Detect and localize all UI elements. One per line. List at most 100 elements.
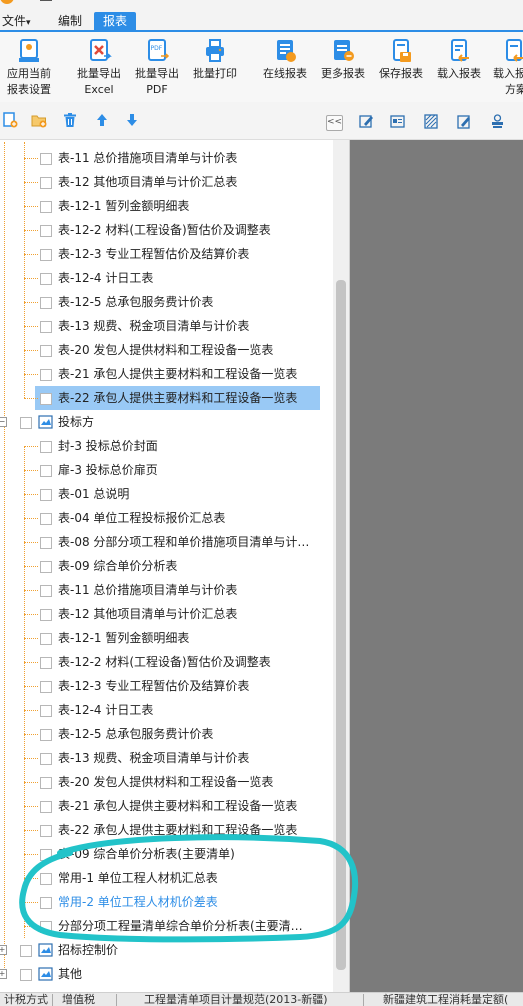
tree-item[interactable]: 表-08 分部分项工程和单价措施项目清单与计… [0,530,333,554]
tree-item[interactable]: 常用-2 单位工程人材机价差表 [0,890,333,914]
tree-item[interactable]: 表-12-5 总承包服务费计价表 [0,722,333,746]
new-report-icon[interactable] [2,112,18,128]
tree-item[interactable]: 表-01 总说明 [0,482,333,506]
item-checkbox[interactable] [40,585,52,597]
tree-item[interactable]: 表-13 规费、税金项目清单与计价表 [0,746,333,770]
item-checkbox[interactable] [40,681,52,693]
item-checkbox[interactable] [40,249,52,261]
folder-bid-control-price[interactable]: + 招标控制价 [0,938,333,962]
item-checkbox[interactable] [40,609,52,621]
batch-export-pdf-button[interactable]: PDF 批量导出 PDF [132,36,182,98]
tree-item[interactable]: 表-21 承包人提供主要材料和工程设备一览表 [0,362,333,386]
item-checkbox[interactable] [40,177,52,189]
tab-quota-standard[interactable]: 新疆建筑工程消耗量定额( [383,993,508,1006]
move-down-icon[interactable] [124,112,140,128]
item-checkbox[interactable] [40,729,52,741]
tree-item[interactable]: 表-11 总价措施项目清单与计价表 [0,146,333,170]
item-checkbox[interactable] [40,393,52,405]
item-checkbox[interactable] [40,897,52,909]
item-checkbox[interactable] [40,633,52,645]
tree-item[interactable]: 表-09 综合单价分析表(主要清单) [0,842,333,866]
item-checkbox[interactable] [40,465,52,477]
tree-item[interactable]: 表-22 承包人提供主要材料和工程设备一览表 [0,818,333,842]
item-checkbox[interactable] [40,921,52,933]
tree-item[interactable]: 表-12-4 计日工表 [0,266,333,290]
scrollbar-thumb[interactable] [336,280,346,970]
online-report-button[interactable]: 在线报表 [259,36,311,82]
tree-item[interactable]: 表-12-1 暂列金额明细表 [0,194,333,218]
new-folder-icon[interactable] [31,112,47,128]
item-checkbox[interactable] [40,825,52,837]
item-checkbox[interactable] [40,225,52,237]
item-checkbox[interactable] [40,369,52,381]
tree-item[interactable]: 表-09 综合单价分析表 [0,554,333,578]
tree-item[interactable]: 表-12-4 计日工表 [0,698,333,722]
batch-print-button[interactable]: 批量打印 [190,36,240,82]
item-checkbox[interactable] [40,273,52,285]
folder-bidder[interactable]: − 投标方 [0,410,333,434]
tree-item[interactable]: 常用-1 单位工程人材机汇总表 [0,866,333,890]
item-checkbox[interactable] [40,513,52,525]
tree-item[interactable]: 表-12-1 暂列金额明细表 [0,626,333,650]
item-checkbox[interactable] [40,201,52,213]
tree-item[interactable]: 表-12-2 材料(工程设备)暂估价及调整表 [0,218,333,242]
tree-item[interactable]: 表-22 承包人提供主要材料和工程设备一览表 [0,386,333,410]
item-checkbox[interactable] [40,561,52,573]
tab-tax-method[interactable]: 计税方式 [4,993,48,1006]
collapse-pane-button[interactable]: << [326,115,343,131]
tree-item[interactable]: 表-13 规费、税金项目清单与计价表 [0,314,333,338]
tree-item[interactable]: 表-11 总价措施项目清单与计价表 [0,578,333,602]
collapse-toggle-icon[interactable]: − [0,417,7,427]
item-checkbox[interactable] [40,153,52,165]
item-checkbox[interactable] [40,489,52,501]
load-report-button[interactable]: 载入报表 [433,36,485,82]
item-checkbox[interactable] [40,705,52,717]
tree-item[interactable]: 表-12-5 总承包服务费计价表 [0,290,333,314]
folder-checkbox[interactable] [20,945,32,957]
tree-item[interactable]: 分部分项工程量清单综合单价分析表(主要清… [0,914,333,938]
delete-icon[interactable] [62,112,78,128]
tree-item[interactable]: 表-12-2 材料(工程设备)暂估价及调整表 [0,650,333,674]
item-checkbox[interactable] [40,441,52,453]
item-checkbox[interactable] [40,297,52,309]
item-checkbox[interactable] [40,753,52,765]
item-checkbox[interactable] [40,321,52,333]
tab-measurement-spec[interactable]: 工程量清单项目计量规范(2013-新疆) [144,993,328,1006]
tree-item[interactable]: 表-21 承包人提供主要材料和工程设备一览表 [0,794,333,818]
menu-report-tab[interactable]: 报表 [94,12,137,30]
tree-item[interactable]: 封-3 投标总价封面 [0,434,333,458]
tree-item[interactable]: 表-20 发包人提供材料和工程设备一览表 [0,338,333,362]
save-report-button[interactable]: 保存报表 [375,36,427,82]
item-checkbox[interactable] [40,657,52,669]
tree-item[interactable]: 表-20 发包人提供材料和工程设备一览表 [0,770,333,794]
apply-settings-button[interactable]: 应用当前 报表设置 [3,36,55,98]
tree-item[interactable]: 表-12-3 专业工程暂估价及结算价表 [0,242,333,266]
edit-icon[interactable] [359,114,374,129]
item-checkbox[interactable] [40,849,52,861]
menu-edit[interactable]: 编制 [58,12,82,30]
item-checkbox[interactable] [40,801,52,813]
item-checkbox[interactable] [40,873,52,885]
tree-item[interactable]: 表-04 单位工程投标报价汇总表 [0,506,333,530]
tree-item[interactable]: 表-12-3 专业工程暂估价及结算价表 [0,674,333,698]
expand-toggle-icon[interactable]: + [0,969,7,979]
folder-checkbox[interactable] [20,417,32,429]
card-icon[interactable] [390,114,405,129]
folder-other[interactable]: + 其他 [0,962,333,986]
item-checkbox[interactable] [40,777,52,789]
stamp-icon[interactable] [490,114,505,129]
item-checkbox[interactable] [40,345,52,357]
item-checkbox[interactable] [40,537,52,549]
more-reports-button[interactable]: 更多报表 [317,36,369,82]
edit-doc-icon[interactable] [457,114,472,129]
expand-toggle-icon[interactable]: + [0,945,7,955]
load-scheme-button[interactable]: 载入报 方案 [491,36,523,98]
tree-item[interactable]: 扉-3 投标总价扉页 [0,458,333,482]
menu-file[interactable]: 文件▾ [2,12,31,30]
move-up-icon[interactable] [94,112,110,128]
tree-item[interactable]: 表-12 其他项目清单与计价汇总表 [0,170,333,194]
folder-checkbox[interactable] [20,969,32,981]
batch-export-excel-button[interactable]: 批量导出 Excel [74,36,124,98]
tree-item[interactable]: 表-12 其他项目清单与计价汇总表 [0,602,333,626]
shade-icon[interactable] [424,114,439,129]
